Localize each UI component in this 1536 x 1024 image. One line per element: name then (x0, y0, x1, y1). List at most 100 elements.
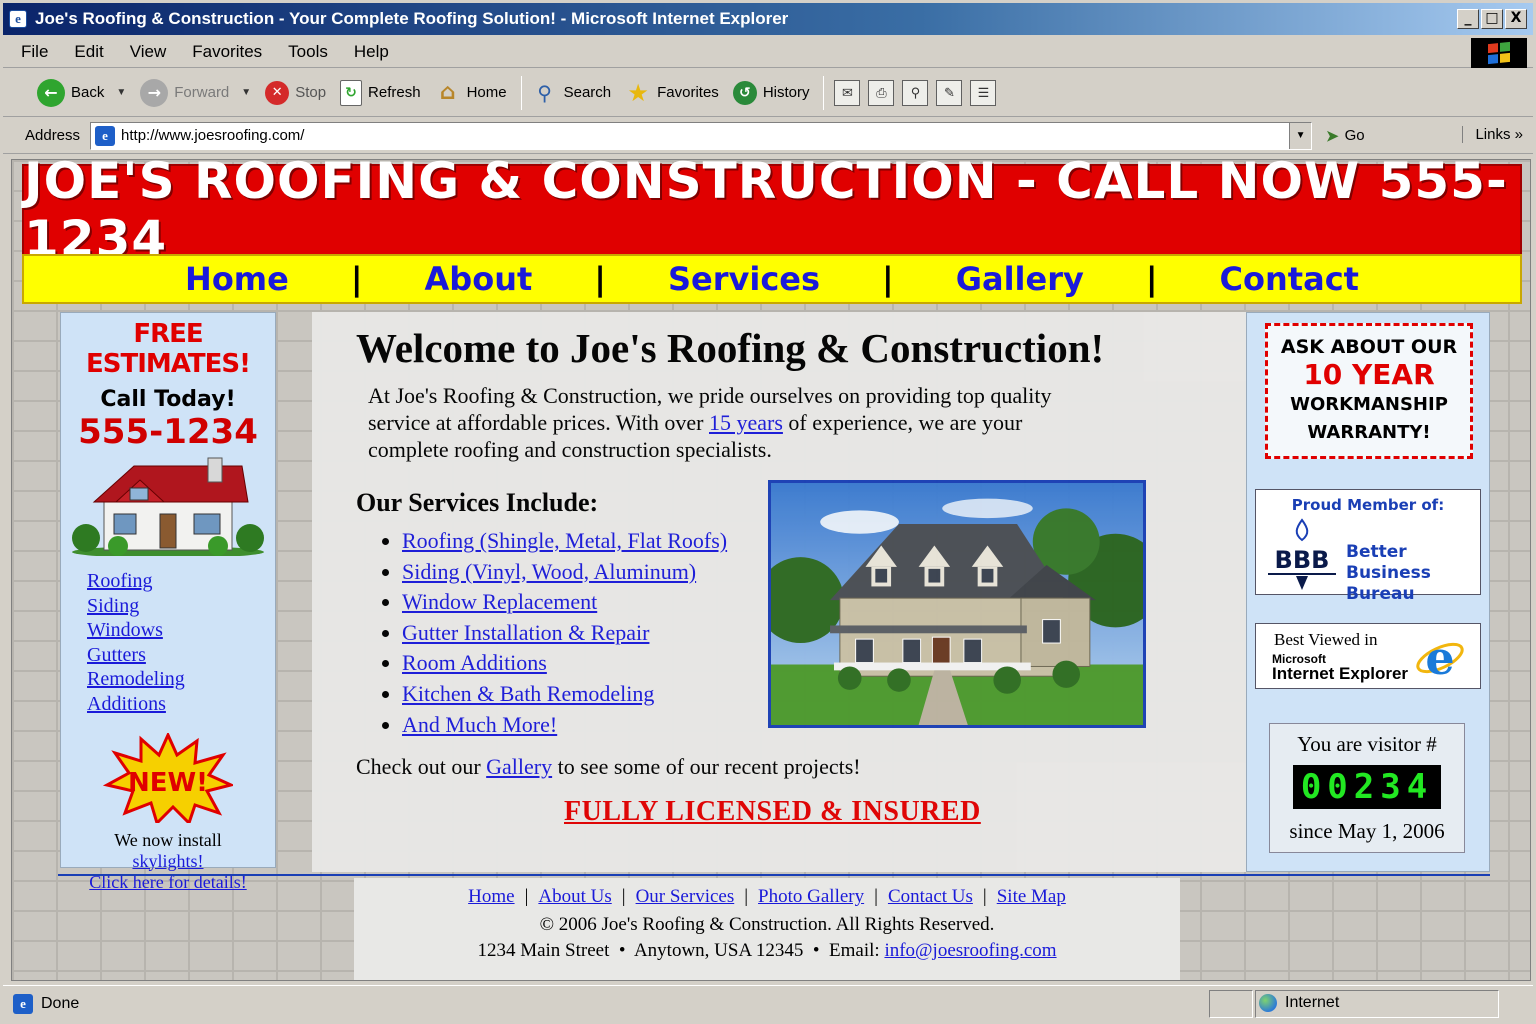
history-label: History (762, 84, 810, 101)
maximize-button[interactable]: □ (1481, 9, 1503, 29)
go-arrow-icon: ➤ (1326, 127, 1339, 145)
search-button[interactable]: ⚲ Search (532, 79, 611, 107)
stop-icon: ✕ (265, 80, 290, 105)
discuss-icon[interactable]: ☰ (970, 79, 997, 106)
service-link-remodeling[interactable]: Kitchen & Bath Remodeling (402, 681, 654, 706)
warranty-line-4: WARRANTY! (1307, 422, 1431, 443)
ie-page-icon: e (95, 125, 116, 146)
status-panel (1209, 990, 1253, 1018)
menu-help[interactable]: Help (354, 42, 389, 62)
sidebar-links: Roofing Siding Windows Gutters Remodelin… (87, 569, 275, 717)
email-link[interactable]: info@joesroofing.com (884, 940, 1056, 961)
menu-tools[interactable]: Tools (288, 42, 328, 62)
back-button[interactable]: ← Back ▼ (37, 78, 126, 107)
intro-paragraph: At Joe's Roofing & Construction, we prid… (368, 382, 1088, 463)
stop-button[interactable]: ✕ Stop (265, 80, 327, 105)
page-title: Welcome to Joe's Roofing & Construction! (356, 325, 1105, 371)
menu-edit[interactable]: Edit (74, 42, 103, 62)
menu-favorites[interactable]: Favorites (192, 42, 262, 62)
nav-home[interactable]: Home (185, 260, 289, 298)
edit-icon[interactable]: ✎ (936, 79, 963, 106)
address-text: 1234 Main Street • Anytown, USA 12345 • … (477, 940, 885, 961)
forward-dropdown-icon[interactable]: ▼ (241, 87, 251, 98)
browser-window: e Joe's Roofing & Construction - Your Co… (0, 0, 1536, 1024)
print-icon[interactable]: ⎙ (868, 79, 895, 106)
footer-link-home[interactable]: Home (468, 886, 514, 907)
refresh-label: Refresh (368, 84, 421, 101)
sidebar-phone: 555-1234 (78, 412, 258, 452)
services-heading: Our Services Include: (356, 488, 599, 517)
service-link-more[interactable]: And Much More! (402, 712, 557, 737)
address-input[interactable]: e http://www.joesroofing.com/ ▼ (90, 121, 1313, 150)
links-label: Links (1475, 126, 1511, 143)
footer-separator: | (874, 886, 878, 907)
best-viewed-badge[interactable]: Best Viewed in Microsoft Internet Explor… (1255, 623, 1481, 689)
nav-about[interactable]: About (425, 260, 533, 298)
list-item: Roofing (Shingle, Metal, Flat Roofs) (402, 526, 727, 557)
home-button[interactable]: ⌂ Home (435, 79, 507, 107)
footer-link-services[interactable]: Our Services (636, 886, 735, 907)
address-label: Address (25, 127, 81, 144)
sidebar-link-roofing[interactable]: Roofing (87, 569, 275, 594)
close-button[interactable]: X (1505, 9, 1527, 29)
years-link[interactable]: 15 years (709, 410, 783, 435)
page-footer: Home | About Us | Our Services | Photo Gallery… (354, 878, 1180, 980)
menu-view[interactable]: View (130, 42, 167, 62)
footer-link-contact[interactable]: Contact Us (888, 886, 973, 907)
stop-label: Stop (295, 84, 327, 101)
gallery-callout-text-2: to see some of our recent projects! (552, 754, 861, 779)
warranty-line-1: ASK ABOUT OUR (1280, 336, 1458, 358)
service-link-siding[interactable]: Siding (Vinyl, Wood, Aluminum) (402, 559, 696, 584)
footer-link-gallery[interactable]: Photo Gallery (758, 886, 864, 907)
menu-file[interactable]: File (21, 42, 48, 62)
status-bar: e Done Internet (3, 985, 1533, 1021)
favorites-label: Favorites (657, 84, 719, 101)
footer-link-about[interactable]: About Us (538, 886, 611, 907)
service-link-roofing[interactable]: Roofing (Shingle, Metal, Flat Roofs) (402, 528, 727, 553)
address-url[interactable]: http://www.joesroofing.com/ (121, 127, 304, 144)
menu-bar: File Edit View Favorites Tools Help (3, 36, 1533, 68)
nav-services[interactable]: Services (668, 260, 820, 298)
ie-logo-icon: e (1416, 631, 1464, 684)
favorites-button[interactable]: ★ Favorites (625, 78, 719, 107)
sidebar-link-windows[interactable]: Windows (87, 618, 275, 643)
service-link-windows[interactable]: Window Replacement (402, 589, 597, 614)
bbb-name-line-2: Bureau (1346, 584, 1415, 604)
counter-since: since May 1, 2006 (1289, 819, 1445, 843)
favorites-star-icon: ★ (627, 78, 649, 107)
toolbar-separator (520, 75, 522, 110)
research-icon[interactable]: ⚲ (902, 79, 929, 106)
gallery-callout: Check out our Gallery to see some of our… (356, 754, 861, 780)
sidebar-link-siding[interactable]: Siding (87, 594, 275, 619)
history-button[interactable]: ↺ History (732, 80, 810, 105)
sidebar-link-additions[interactable]: Additions (87, 692, 275, 717)
title-bar[interactable]: e Joe's Roofing & Construction - Your Co… (3, 3, 1533, 35)
address-dropdown-icon[interactable]: ▼ (1289, 122, 1312, 149)
back-dropdown-icon[interactable]: ▼ (116, 87, 126, 98)
mail-icon[interactable]: ✉ (834, 79, 861, 106)
links-button[interactable]: Links » (1462, 126, 1523, 143)
skylights-link[interactable]: skylights! (61, 851, 275, 872)
forward-button[interactable]: → Forward ▼ (140, 78, 251, 107)
ie-page-icon: e (9, 10, 27, 28)
refresh-button[interactable]: ↻ Refresh (340, 79, 421, 106)
list-item: Gutter Installation & Repair (402, 618, 727, 649)
service-link-gutters[interactable]: Gutter Installation & Repair (402, 620, 649, 645)
footer-separator: | (744, 886, 749, 907)
zone-label: Internet (1285, 994, 1340, 1011)
nav-contact[interactable]: Contact (1220, 260, 1359, 298)
footer-link-sitemap[interactable]: Site Map (997, 886, 1066, 907)
sidebar-link-gutters[interactable]: Gutters (87, 643, 275, 668)
gallery-link[interactable]: Gallery (486, 754, 552, 779)
nav-gallery[interactable]: Gallery (956, 260, 1084, 298)
page-viewport[interactable]: JOE'S ROOFING & CONSTRUCTION - CALL NOW … (11, 159, 1531, 981)
footer-separator: | (621, 886, 626, 907)
sidebar-link-remodeling[interactable]: Remodeling (87, 667, 275, 692)
toolbar-separator (823, 75, 825, 110)
bbb-badge[interactable]: Proud Member of: BBB Better Business Bur… (1255, 489, 1481, 604)
service-link-additions[interactable]: Room Additions (402, 650, 547, 675)
left-sidebar: FREE ESTIMATES! Call Today! 555-1234 Roo… (60, 312, 276, 892)
go-button[interactable]: ➤ Go (1326, 127, 1365, 145)
minimize-button[interactable]: _ (1457, 9, 1479, 29)
copyright-text: © 2006 Joe's Roofing & Construction. All… (539, 914, 995, 935)
